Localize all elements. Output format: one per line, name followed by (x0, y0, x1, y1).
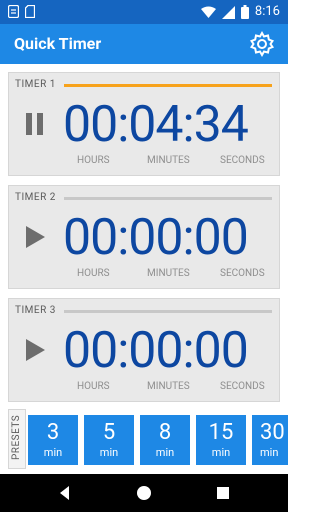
signal-icon (221, 5, 235, 19)
battery-icon (240, 5, 249, 19)
preset-unit: min (43, 446, 63, 459)
timer-time[interactable]: 00:00:00 (63, 206, 279, 270)
status-bar: 8:16 (0, 0, 288, 24)
preset-button-5[interactable]: 5 min (84, 415, 134, 465)
presets-bar: PRESETS 3 min 5 min 8 min 15 min 30 min (8, 409, 288, 469)
timer-progress-bar (64, 84, 272, 87)
timer-time[interactable]: 00:00:00 (63, 319, 279, 383)
minutes-label: MINUTES (147, 155, 190, 166)
app-bar: Quick Timer (0, 24, 288, 64)
status-right: 8:16 (200, 4, 280, 20)
status-left (8, 5, 35, 18)
preset-unit: min (211, 446, 231, 459)
back-icon[interactable] (55, 483, 75, 503)
timer-progress-bar (64, 310, 272, 313)
preset-unit: min (260, 446, 279, 459)
play-icon[interactable] (23, 224, 47, 250)
app-title: Quick Timer (14, 34, 102, 53)
seconds-label: SECONDS (220, 381, 265, 392)
gear-icon[interactable] (248, 30, 276, 58)
recents-icon[interactable] (213, 483, 233, 503)
preset-button-15[interactable]: 15 min (196, 415, 246, 465)
preset-button-30[interactable]: 30 min (252, 415, 288, 465)
play-icon[interactable] (23, 337, 47, 363)
timer-time[interactable]: 00:04:34 (63, 93, 279, 157)
preset-unit: min (155, 446, 175, 459)
timer-card-2[interactable]: TIMER 2 00:00:00 HOURS MINUTES SECONDS (8, 185, 280, 289)
preset-value: 30 (260, 420, 285, 445)
wifi-icon (200, 6, 216, 18)
minutes-label: MINUTES (147, 381, 190, 392)
preset-value: 8 (158, 420, 172, 445)
minutes-label: MINUTES (147, 268, 190, 279)
seconds-label: SECONDS (220, 155, 265, 166)
timer-progress-bar (64, 197, 272, 200)
pause-icon[interactable] (23, 111, 47, 137)
status-time: 8:16 (254, 4, 280, 19)
preset-button-3[interactable]: 3 min (28, 415, 78, 465)
home-icon[interactable] (134, 483, 154, 503)
notification-icon (8, 5, 19, 18)
presets-label: PRESETS (11, 414, 22, 460)
timer-card-1[interactable]: TIMER 1 00:04:34 HOURS MINUTES SECONDS (8, 72, 280, 176)
timer-card-3[interactable]: TIMER 3 00:00:00 HOURS MINUTES SECONDS (8, 298, 280, 402)
hours-label: HOURS (77, 381, 110, 392)
preset-unit: min (99, 446, 119, 459)
preset-value: 3 (46, 420, 60, 445)
hours-label: HOURS (77, 268, 110, 279)
sd-card-icon (25, 5, 35, 18)
preset-value: 5 (102, 420, 116, 445)
hours-label: HOURS (77, 155, 110, 166)
preset-button-8[interactable]: 8 min (140, 415, 190, 465)
timer-progress-fill (64, 84, 272, 87)
nav-bar (0, 474, 288, 512)
timer-label: TIMER 2 (15, 192, 56, 203)
seconds-label: SECONDS (220, 268, 265, 279)
preset-value: 15 (208, 420, 234, 445)
timer-label: TIMER 1 (15, 79, 56, 90)
timer-label: TIMER 3 (15, 305, 56, 316)
presets-label-box: PRESETS (8, 409, 26, 469)
